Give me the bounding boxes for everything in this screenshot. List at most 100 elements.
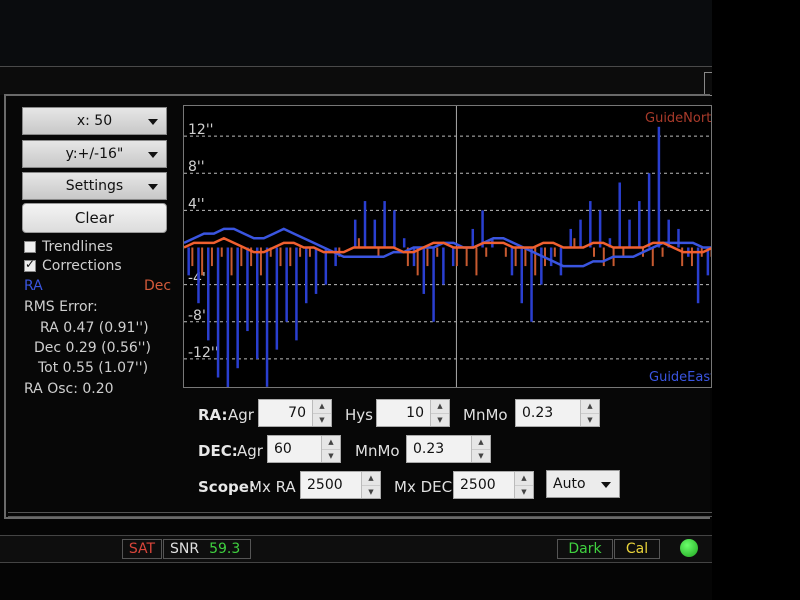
dec-mnmo-spinner[interactable]: 0.23 ▲ ▼	[406, 435, 491, 463]
ra-mnmo-spinner[interactable]: 0.23 ▲ ▼	[515, 399, 600, 427]
guide-graph[interactable]: 12''8''4''-4''-8''-12''GuideNorthGuideEa…	[183, 105, 712, 388]
spin-up-icon[interactable]: ▲	[581, 400, 599, 413]
snr-label: SNR	[170, 541, 200, 557]
ra-hys-spinner[interactable]: 10 ▲ ▼	[376, 399, 450, 427]
guide-north-label: GuideNorth	[645, 111, 712, 126]
rms-tot: Tot 0.55 (1.07'')	[38, 360, 149, 376]
ra-correction-bar	[256, 247, 259, 359]
ra-correction-bar	[207, 247, 210, 341]
scope-mode-dropdown[interactable]: Auto	[546, 470, 620, 498]
ra-correction-bar	[295, 247, 298, 341]
ra-correction-bar	[197, 247, 200, 304]
scope-mxra-value[interactable]: 2500	[301, 477, 361, 493]
corrections-checkbox[interactable]	[24, 257, 36, 272]
spin-down-icon[interactable]: ▼	[515, 484, 533, 498]
dec-correction-bar	[690, 247, 693, 267]
ra-correction-bar	[226, 247, 230, 387]
y-tick-label: 4''	[188, 196, 205, 212]
ra-correction-bar	[706, 247, 710, 276]
scope-mxdec-spinner[interactable]: 2500 ▲ ▼	[453, 471, 534, 499]
spin-up-icon[interactable]: ▲	[515, 472, 533, 485]
spin-down-icon[interactable]: ▼	[431, 412, 449, 426]
dec-correction-bar	[308, 247, 311, 257]
ra-correction-bar	[559, 247, 563, 276]
spin-down-icon[interactable]: ▼	[313, 412, 331, 426]
dec-correction-bar	[299, 247, 302, 257]
ra-correction-bar	[589, 201, 592, 248]
ra-correction-bar	[696, 247, 700, 304]
corrections-label: Corrections	[42, 258, 122, 274]
spin-up-icon[interactable]: ▲	[362, 472, 380, 485]
ra-mnmo-value[interactable]: 0.23	[516, 405, 580, 421]
chevron-down-icon	[148, 119, 158, 125]
clear-button[interactable]: Clear	[22, 203, 167, 233]
scope-mxdec-value[interactable]: 2500	[454, 477, 514, 493]
spin-up-icon[interactable]: ▲	[431, 400, 449, 413]
spin-up-icon[interactable]: ▲	[322, 436, 340, 449]
status-led-icon	[680, 539, 698, 557]
ra-agr-value[interactable]: 70	[259, 405, 312, 421]
dec-mnmo-value[interactable]: 0.23	[407, 441, 471, 457]
trendlines-checkbox[interactable]	[24, 241, 36, 253]
dec-correction-bar	[191, 247, 194, 267]
x-scale-dropdown[interactable]: x: 50	[22, 107, 167, 135]
ra-correction-bar	[265, 247, 269, 387]
dec-correction-bar	[622, 247, 625, 257]
chevron-down-icon	[601, 482, 611, 488]
ra-correction-bar	[216, 247, 220, 378]
ra-correction-bar	[510, 247, 514, 276]
ra-correction-bar	[657, 126, 661, 248]
ra-correction-bar	[422, 247, 426, 294]
dec-correction-bar	[436, 247, 439, 257]
spin-down-icon[interactable]: ▼	[472, 448, 490, 462]
ra-hys-label: Hys	[345, 406, 373, 424]
rms-dec: Dec 0.29 (0.56'')	[34, 340, 151, 356]
settings-dropdown[interactable]: Settings	[22, 172, 167, 200]
scope-mxdec-label: Mx DEC	[394, 478, 453, 496]
dec-correction-bar	[651, 247, 654, 267]
dec-correction-bar	[602, 247, 605, 267]
settings-label: Settings	[65, 178, 124, 194]
y-scale-dropdown[interactable]: y:+/-16"	[22, 140, 167, 168]
ra-correction-bar	[549, 247, 553, 267]
snr-value: 59.3	[209, 541, 241, 557]
dec-agr-value[interactable]: 60	[268, 441, 321, 457]
cal-indicator: Cal	[614, 539, 660, 559]
dec-correction-bar	[553, 247, 556, 257]
dec-correction-bar	[524, 247, 527, 267]
y-tick-label: 8''	[188, 159, 205, 175]
spin-down-icon[interactable]: ▼	[322, 448, 340, 462]
dec-correction-bar	[514, 247, 517, 267]
sat-indicator: SAT	[122, 539, 162, 559]
ra-correction-bar	[275, 247, 279, 350]
ra-hys-value[interactable]: 10	[377, 405, 430, 421]
scope-mxra-spinner[interactable]: 2500 ▲ ▼	[300, 471, 381, 499]
y-tick-label: -12''	[188, 345, 219, 361]
dec-correction-bar	[279, 247, 282, 267]
ra-osc: RA Osc: 0.20	[24, 381, 114, 397]
dec-correction-bar	[289, 247, 292, 267]
ra-correction-bar	[334, 247, 337, 267]
ra-correction-bar	[246, 247, 249, 332]
ra-correction-bar	[520, 247, 524, 304]
ra-agr-spinner[interactable]: 70 ▲ ▼	[258, 399, 332, 427]
ra-correction-bar	[353, 219, 357, 248]
spin-down-icon[interactable]: ▼	[362, 484, 380, 498]
dec-correction-bar	[240, 247, 243, 267]
trendlines-toggle[interactable]: Trendlines	[24, 239, 113, 255]
dec-correction-bar	[357, 238, 360, 248]
ra-correction-bar	[236, 247, 239, 369]
spin-up-icon[interactable]: ▲	[313, 400, 331, 413]
corrections-toggle[interactable]: Corrections	[24, 257, 122, 274]
dec-correction-bar	[475, 247, 478, 276]
spin-up-icon[interactable]: ▲	[472, 436, 490, 449]
dec-correction-bar	[210, 247, 213, 267]
spin-down-icon[interactable]: ▼	[581, 412, 599, 426]
y-tick-label: 12''	[188, 122, 214, 138]
dec-agr-spinner[interactable]: 60 ▲ ▼	[267, 435, 341, 463]
ra-correction-bar	[569, 228, 572, 248]
dec-mnmo-label: MnMo	[355, 442, 400, 460]
status-bar: SAT SNR 59.3 Dark Cal	[0, 535, 712, 563]
ra-correction-bar	[393, 210, 396, 248]
ra-correction-bar	[314, 247, 318, 294]
